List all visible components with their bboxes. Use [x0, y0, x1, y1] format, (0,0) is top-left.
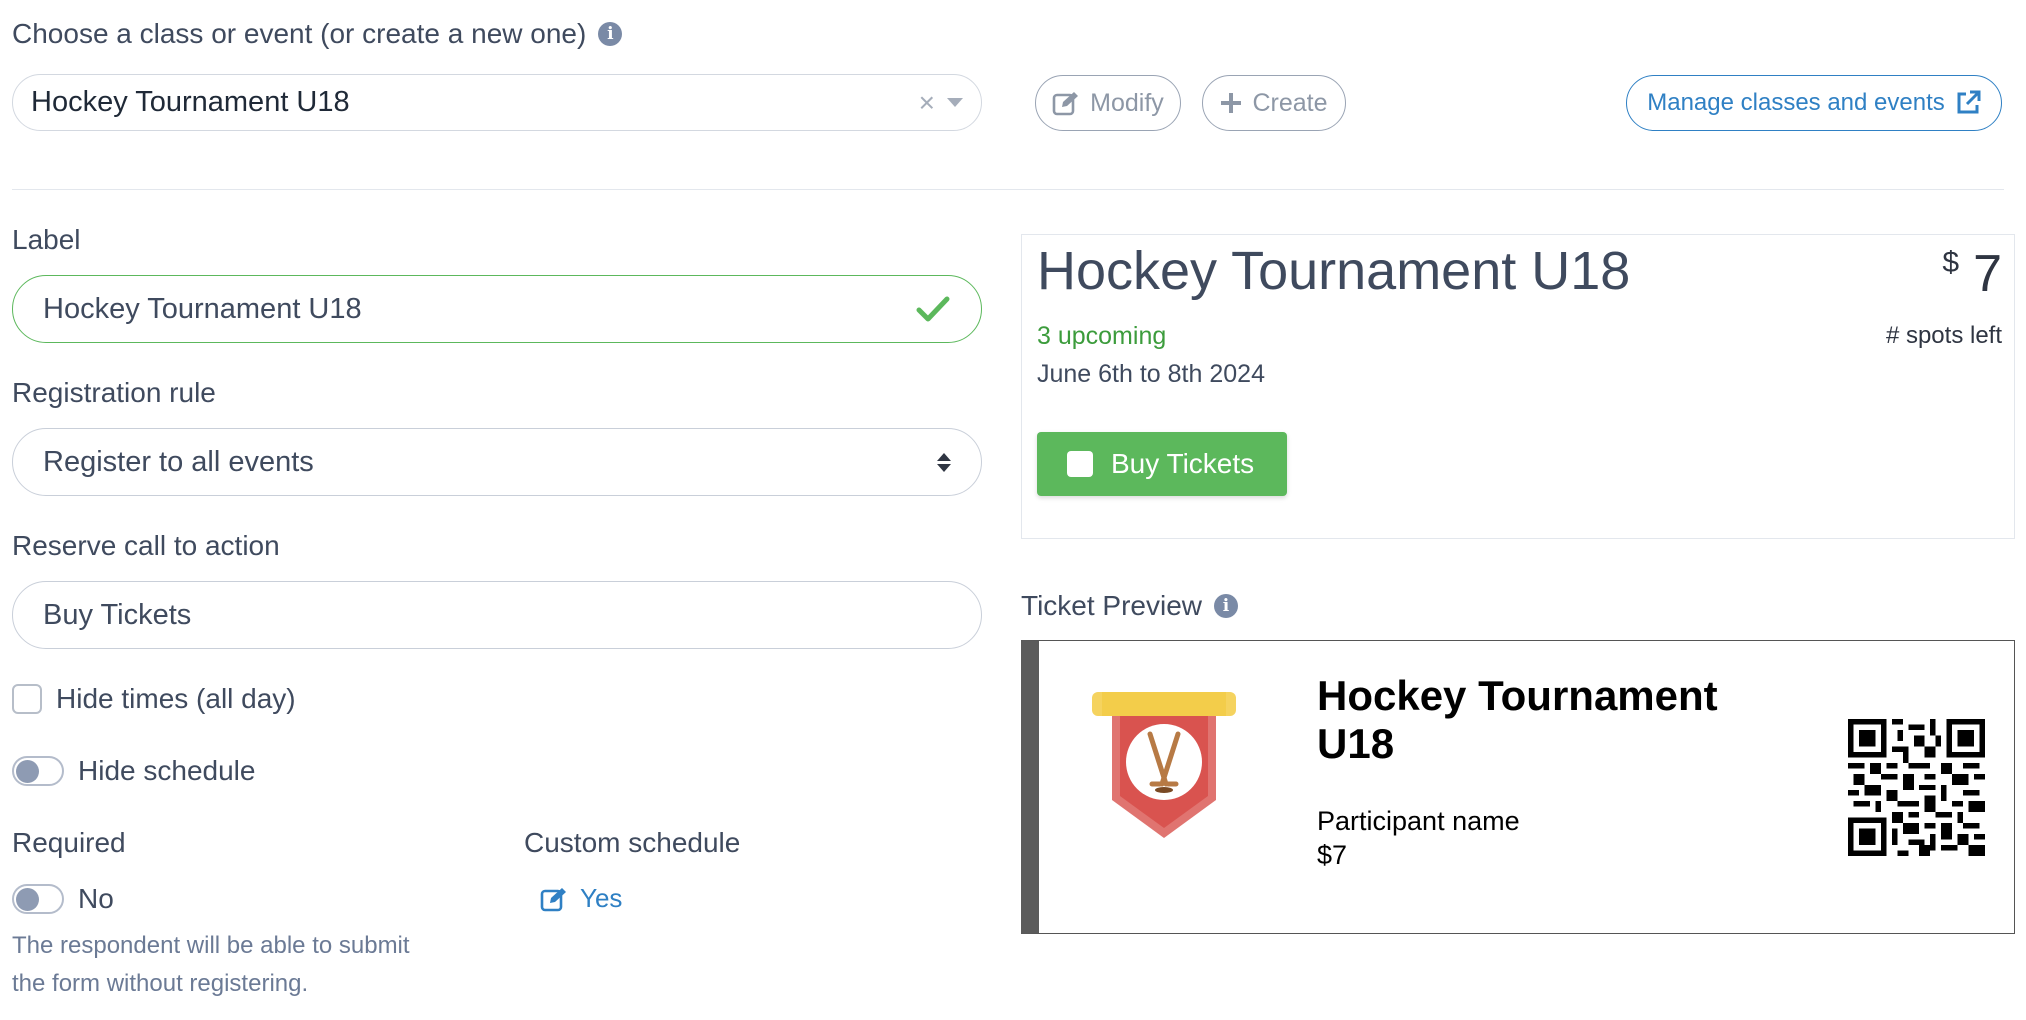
event-dates: June 6th to 8th 2024: [1037, 360, 1265, 388]
registration-rule-value: Register to all events: [43, 445, 314, 478]
registration-rule-select[interactable]: Register to all events: [12, 428, 982, 496]
create-label: Create: [1252, 88, 1328, 117]
hockey-pennant-icon: [1092, 692, 1236, 838]
plus-icon: [1221, 93, 1242, 113]
modify-button[interactable]: Modify: [1035, 75, 1181, 131]
checkbox-icon: [1067, 451, 1093, 477]
edit-icon: [540, 887, 566, 911]
event-select-value: Hockey Tournament U18: [31, 86, 350, 118]
price-value: 7: [1973, 245, 2002, 303]
required-toggle[interactable]: [12, 884, 64, 914]
event-registration-editor: Choose a class or event (or create a new…: [0, 0, 2026, 1020]
chevron-down-icon[interactable]: [947, 98, 963, 107]
clear-icon[interactable]: ×: [919, 87, 935, 119]
ticket-title: Hockey Tournament U18: [1317, 672, 1718, 767]
event-price: $ 7: [1942, 244, 2002, 304]
required-title: Required: [12, 827, 126, 858]
required-value: No: [78, 883, 114, 914]
check-icon: [916, 296, 950, 322]
hide-schedule-toggle[interactable]: [12, 756, 64, 786]
label-field-title: Label: [12, 224, 81, 255]
info-icon[interactable]: i: [598, 22, 623, 46]
toggle-knob: [16, 888, 39, 911]
toggle-knob: [16, 760, 39, 783]
ticket-preview-label: Ticket Preview i: [1021, 590, 1239, 622]
buy-tickets-label: Buy Tickets: [1111, 448, 1255, 479]
modify-label: Modify: [1090, 88, 1164, 117]
choose-event-text: Choose a class or event (or create a new…: [12, 18, 587, 49]
reserve-cta-input[interactable]: Buy Tickets: [12, 581, 982, 649]
create-button[interactable]: Create: [1202, 75, 1346, 131]
reserve-cta-title: Reserve call to action: [12, 530, 280, 561]
edit-icon: [1052, 92, 1079, 116]
select-arrows-icon: [937, 452, 951, 472]
event-select[interactable]: Hockey Tournament U18 ×: [12, 74, 982, 131]
manage-label: Manage classes and events: [1647, 89, 1945, 116]
custom-schedule-value: Yes: [580, 883, 623, 913]
registration-rule-title: Registration rule: [12, 377, 216, 408]
label-input-value: Hockey Tournament U18: [43, 292, 362, 325]
choose-event-label: Choose a class or event (or create a new…: [12, 18, 623, 50]
buy-tickets-button[interactable]: Buy Tickets: [1037, 432, 1287, 496]
ticket-price: $7: [1317, 840, 1348, 870]
required-help-line-1: The respondent will be able to submit: [12, 932, 410, 959]
currency-symbol: $: [1942, 246, 1960, 279]
external-link-icon: [1957, 90, 1981, 114]
ticket-participant-name: Participant name: [1317, 806, 1520, 836]
custom-schedule-link[interactable]: Yes: [540, 883, 622, 914]
qr-code-icon: [1848, 719, 1985, 856]
hide-schedule-label: Hide schedule: [78, 755, 256, 786]
hide-times-checkbox[interactable]: [12, 684, 42, 714]
spots-left: # spots left: [1885, 322, 2002, 349]
manage-classes-button[interactable]: Manage classes and events: [1626, 75, 2002, 131]
hide-times-row: Hide times (all day): [12, 683, 296, 715]
reserve-cta-value: Buy Tickets: [43, 598, 192, 631]
info-icon[interactable]: i: [1214, 594, 1239, 618]
upcoming-count: 3 upcoming: [1037, 322, 1167, 350]
ticket-preview-text: Ticket Preview: [1021, 590, 1203, 621]
event-title: Hockey Tournament U18: [1037, 241, 1631, 301]
required-help-text: The respondent will be able to submit th…: [12, 927, 410, 1003]
hide-times-label: Hide times (all day): [56, 683, 296, 714]
required-row: No: [12, 883, 114, 915]
section-divider: [12, 189, 2004, 190]
label-input[interactable]: Hockey Tournament U18: [12, 275, 982, 343]
hide-schedule-row: Hide schedule: [12, 755, 255, 787]
custom-schedule-title: Custom schedule: [524, 827, 741, 858]
required-help-line-2: the form without registering.: [12, 970, 309, 997]
